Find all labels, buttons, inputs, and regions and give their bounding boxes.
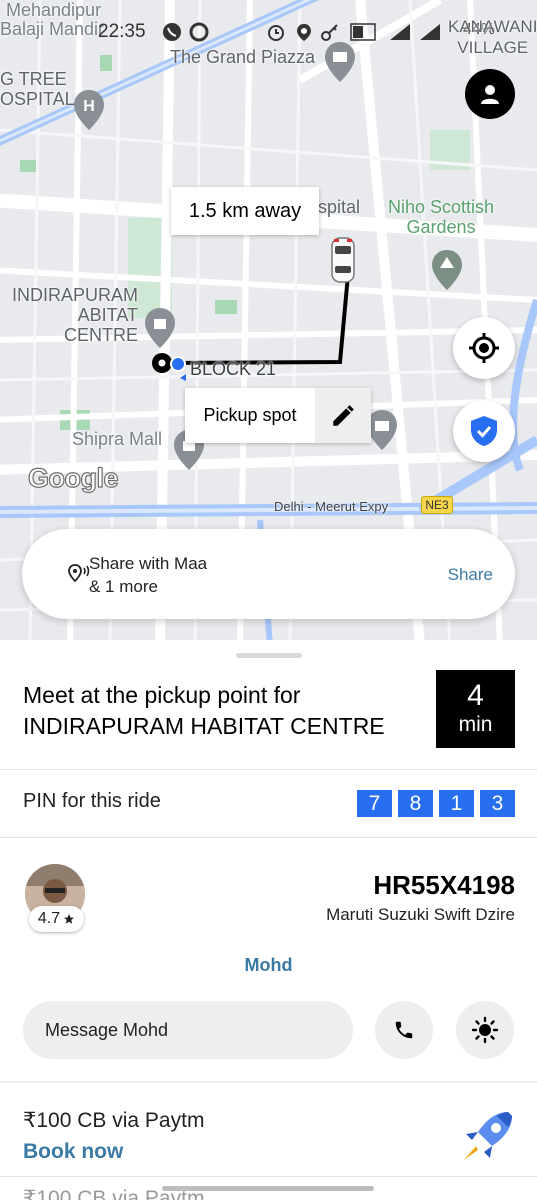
pencil-icon <box>333 404 354 426</box>
person-icon <box>481 85 499 104</box>
map-label-niho-gardens: Niho Scottish Gardens <box>388 197 495 237</box>
divider <box>0 769 537 770</box>
key-icon <box>321 24 338 41</box>
rating-value: 4.7 <box>37 910 61 927</box>
map-label-indirapuram: INDIRAPURAM ABITAT CENTRE <box>11 285 138 345</box>
circle-icon <box>189 22 209 42</box>
pin-label: PIN for this ride <box>23 790 161 812</box>
google-logo: Google <box>27 462 119 493</box>
map-label-delhi-meerut-expy: Delhi - Meerut Expy <box>274 499 389 514</box>
safety-toolkit-button[interactable] <box>453 400 515 462</box>
ride-pin: 7 8 1 3 <box>357 790 515 817</box>
share-trip-card[interactable]: Share with Maa & 1 more Share <box>22 529 515 619</box>
svg-text:H: H <box>83 98 95 115</box>
map-label-hospital-partial: spital <box>318 197 361 217</box>
share-link[interactable]: Share <box>448 565 493 585</box>
book-now-link[interactable]: Book now <box>23 1140 123 1164</box>
pin-digit: 8 <box>398 790 433 817</box>
pin-digit: 3 <box>480 790 515 817</box>
shield-icon <box>471 416 497 446</box>
eta-value: 4 <box>467 679 484 712</box>
hospital-marker-icon: H <box>74 90 104 130</box>
share-card-text: Share with Maa & 1 more <box>89 552 207 598</box>
share-contacts-line2: & 1 more <box>89 577 158 596</box>
rocket-icon <box>464 1112 512 1160</box>
sun-alert-icon <box>471 1016 499 1044</box>
status-time: 22:35 <box>98 21 146 42</box>
pin-digit: 7 <box>357 790 392 817</box>
meet-instruction: Meet at the pickup point for INDIRAPURAM… <box>23 682 385 739</box>
driver-name-link[interactable]: Mohd <box>0 955 537 976</box>
eta-box: 4 min <box>436 670 515 748</box>
divider <box>0 1176 537 1177</box>
call-driver-button[interactable] <box>375 1001 433 1059</box>
profile-button[interactable] <box>465 69 515 119</box>
license-plate: HR55X4198 <box>373 870 515 900</box>
share-location-icon <box>68 564 90 583</box>
divider <box>0 837 537 838</box>
map-label-hospital: G TREE OSPITAL <box>0 69 75 109</box>
pickup-spot-label: Pickup spot <box>203 405 297 425</box>
location-icon <box>297 24 311 41</box>
message-driver-button[interactable]: Message Mohd <box>23 1001 353 1059</box>
pickup-spot-bubble[interactable]: Pickup spot <box>185 388 371 443</box>
map-label-shipra-mall: Shipra Mall <box>72 429 163 449</box>
driver-rating: 4.7 <box>29 906 84 932</box>
signal-icon-2 <box>420 24 440 40</box>
map-label-block21: BLOCK 21 <box>190 359 277 379</box>
star-icon <box>64 914 75 924</box>
tree-marker-icon <box>432 250 462 290</box>
volte-icon <box>350 23 376 41</box>
phone-icon <box>163 23 181 41</box>
promo-title: ₹100 CB via Paytm <box>23 1109 205 1132</box>
sheet-drag-handle[interactable] <box>236 653 302 658</box>
shopping-marker-icon <box>145 308 175 348</box>
safety-alert-button[interactable] <box>456 1001 514 1059</box>
edit-pickup-button[interactable] <box>315 388 371 443</box>
car-icon <box>331 237 355 283</box>
car-model: Maruti Suzuki Swift Dzire <box>326 905 515 924</box>
phone-icon <box>395 1021 413 1039</box>
signal-icon <box>390 24 410 40</box>
eta-unit: min <box>458 713 493 736</box>
home-indicator[interactable] <box>162 1186 374 1191</box>
crosshair-icon <box>469 333 499 363</box>
highway-shield: NE3 <box>421 496 453 514</box>
map-view[interactable]: Mehandipur Balaji Mandir The Grand Piazz… <box>0 0 537 645</box>
map-label-kanawani: KANAWANI VILLAGE <box>448 17 537 57</box>
alarm-icon <box>268 25 284 41</box>
divider <box>0 1081 537 1083</box>
share-contacts-line1: Share with Maa <box>89 554 208 573</box>
distance-bubble: 1.5 km away <box>171 187 319 235</box>
pin-digit: 1 <box>439 790 474 817</box>
recenter-button[interactable] <box>453 317 515 379</box>
